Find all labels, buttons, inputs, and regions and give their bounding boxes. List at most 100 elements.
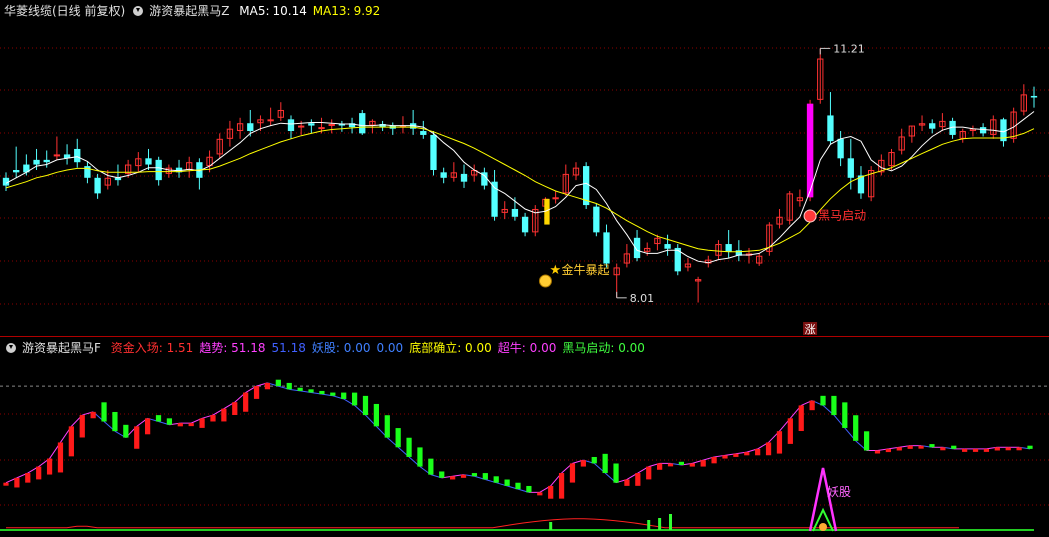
candle-body-32: [328, 124, 335, 127]
trend-bar-14: [155, 415, 162, 422]
candle-body-101: [1030, 95, 1038, 98]
trend-bar-22: [243, 392, 249, 412]
candle-body-50: [511, 208, 519, 217]
candle-body-96: [979, 127, 987, 134]
chart-canvas: 11.21 8.01 ★ 金牛暴起 黑马启动涨 妖股: [0, 42, 1049, 532]
sub-item-0: 资金入场: 1.51: [110, 341, 194, 355]
trend-bar-48: [526, 485, 532, 493]
candle-body-51: [521, 216, 529, 233]
trend-bar-28: [308, 389, 314, 393]
gear-icon[interactable]: [6, 343, 16, 353]
trend-bar-49: [537, 492, 543, 496]
trend-bar-57: [624, 479, 630, 486]
sub-indicator-name[interactable]: 游资暴起黑马F: [22, 341, 101, 355]
trend-bar-27: [297, 387, 303, 391]
low-label: 8.01: [630, 292, 655, 305]
trend-bar-8: [90, 411, 96, 419]
trend-bar-61: [667, 463, 674, 467]
trend-bar-84: [918, 445, 924, 449]
ma13-label-text: MA13:: [312, 4, 351, 18]
yao-gu-spike: [808, 467, 838, 532]
gear-icon[interactable]: [133, 6, 144, 16]
trend-bar-45: [493, 476, 499, 483]
candle-body-4: [43, 159, 50, 163]
trend-bar-54: [591, 456, 597, 464]
trend-bar-71: [776, 431, 783, 454]
ma5-value: 10.14: [272, 4, 307, 18]
trend-bar-86: [940, 447, 946, 451]
trend-bar-90: [983, 448, 990, 452]
trend-bar-43: [471, 473, 478, 477]
sub-item-4: 0.00: [376, 341, 404, 355]
sub-item-6: 超牛: 0.00: [497, 341, 557, 355]
main-indicator-name[interactable]: 游资暴起黑马Z: [149, 4, 229, 18]
candle-body-8: [84, 166, 91, 178]
trend-bar-36: [395, 428, 401, 448]
dark-horse-icon: [803, 209, 817, 223]
trend-bar-73: [798, 405, 804, 432]
trend-bar-69: [755, 448, 761, 456]
trend-bar-11: [123, 424, 129, 438]
trend-bar-65: [711, 456, 717, 464]
trend-bar-17: [188, 423, 194, 427]
trend-bar-75: [820, 395, 826, 406]
trend-bar-5: [57, 442, 64, 473]
trend-bar-47: [515, 482, 521, 490]
trend-bar-24: [264, 382, 271, 390]
trend-bar-89: [972, 448, 979, 452]
trend-bar-6: [68, 426, 74, 457]
candle-body-28: [287, 119, 295, 132]
trend-bar-34: [373, 403, 379, 427]
trend-bar-55: [602, 453, 608, 474]
trend-bar-15: [166, 418, 173, 425]
candle-body-91: [929, 123, 936, 129]
trend-bar-67: [733, 453, 739, 457]
trend-bar-38: [417, 447, 423, 467]
trend-bar-78: [853, 415, 859, 441]
trend-bar-83: [907, 445, 913, 449]
hand-icon: [819, 523, 828, 531]
trend-bar-29: [319, 390, 325, 395]
trend-bar-35: [384, 415, 390, 438]
trend-bar-70: [765, 442, 772, 456]
high-label: 11.21: [833, 42, 865, 55]
candle-body-43: [440, 172, 447, 178]
candle-body-71: [725, 244, 732, 252]
trend-bar-52: [569, 463, 576, 483]
sub-item-5: 底部确立: 0.00: [409, 341, 492, 355]
trend-bar-64: [700, 460, 706, 467]
sub-item-3: 妖股: 0.00: [311, 341, 371, 355]
trend-bar-41: [450, 476, 456, 480]
ma5-line: [5, 111, 1035, 264]
ma13-value: 9.92: [353, 4, 381, 18]
trend-bar-66: [722, 455, 728, 459]
grid: [0, 47, 1049, 506]
trend-bar-20: [221, 408, 227, 422]
trend-bar-62: [678, 461, 685, 465]
trend-bar-53: [580, 460, 586, 467]
trend-bar-77: [842, 402, 848, 428]
trend-bar-9: [101, 402, 107, 422]
trend-bar-3: [36, 466, 42, 480]
candle-body-3: [33, 159, 40, 165]
sub-indicator-layer: 妖股: [0, 379, 1049, 532]
trend-bar-19: [210, 415, 216, 422]
product-title: 华菱线缆(日线 前复权): [4, 4, 126, 18]
candle-body-83: [847, 158, 854, 178]
trend-bar-2: [25, 473, 31, 483]
trend-bar-46: [504, 479, 510, 486]
yao-gu-label: 妖股: [827, 485, 851, 499]
trend-bar-59: [646, 466, 652, 480]
candle-body-9: [94, 177, 101, 194]
candle-body-30: [308, 123, 315, 126]
gold-bull-label: 金牛暴起: [561, 262, 609, 277]
trend-bar-56: [613, 463, 619, 483]
trend-bar-12: [134, 426, 140, 449]
trend-bar-82: [896, 447, 902, 451]
ma13-line: [5, 126, 1035, 253]
ma13-label: MA13: 9.92: [313, 4, 381, 18]
candle-body-82: [837, 138, 844, 159]
candle-body-31: [318, 127, 325, 130]
trend-bar-94: [1027, 445, 1033, 449]
star-icon: ★: [549, 263, 561, 278]
